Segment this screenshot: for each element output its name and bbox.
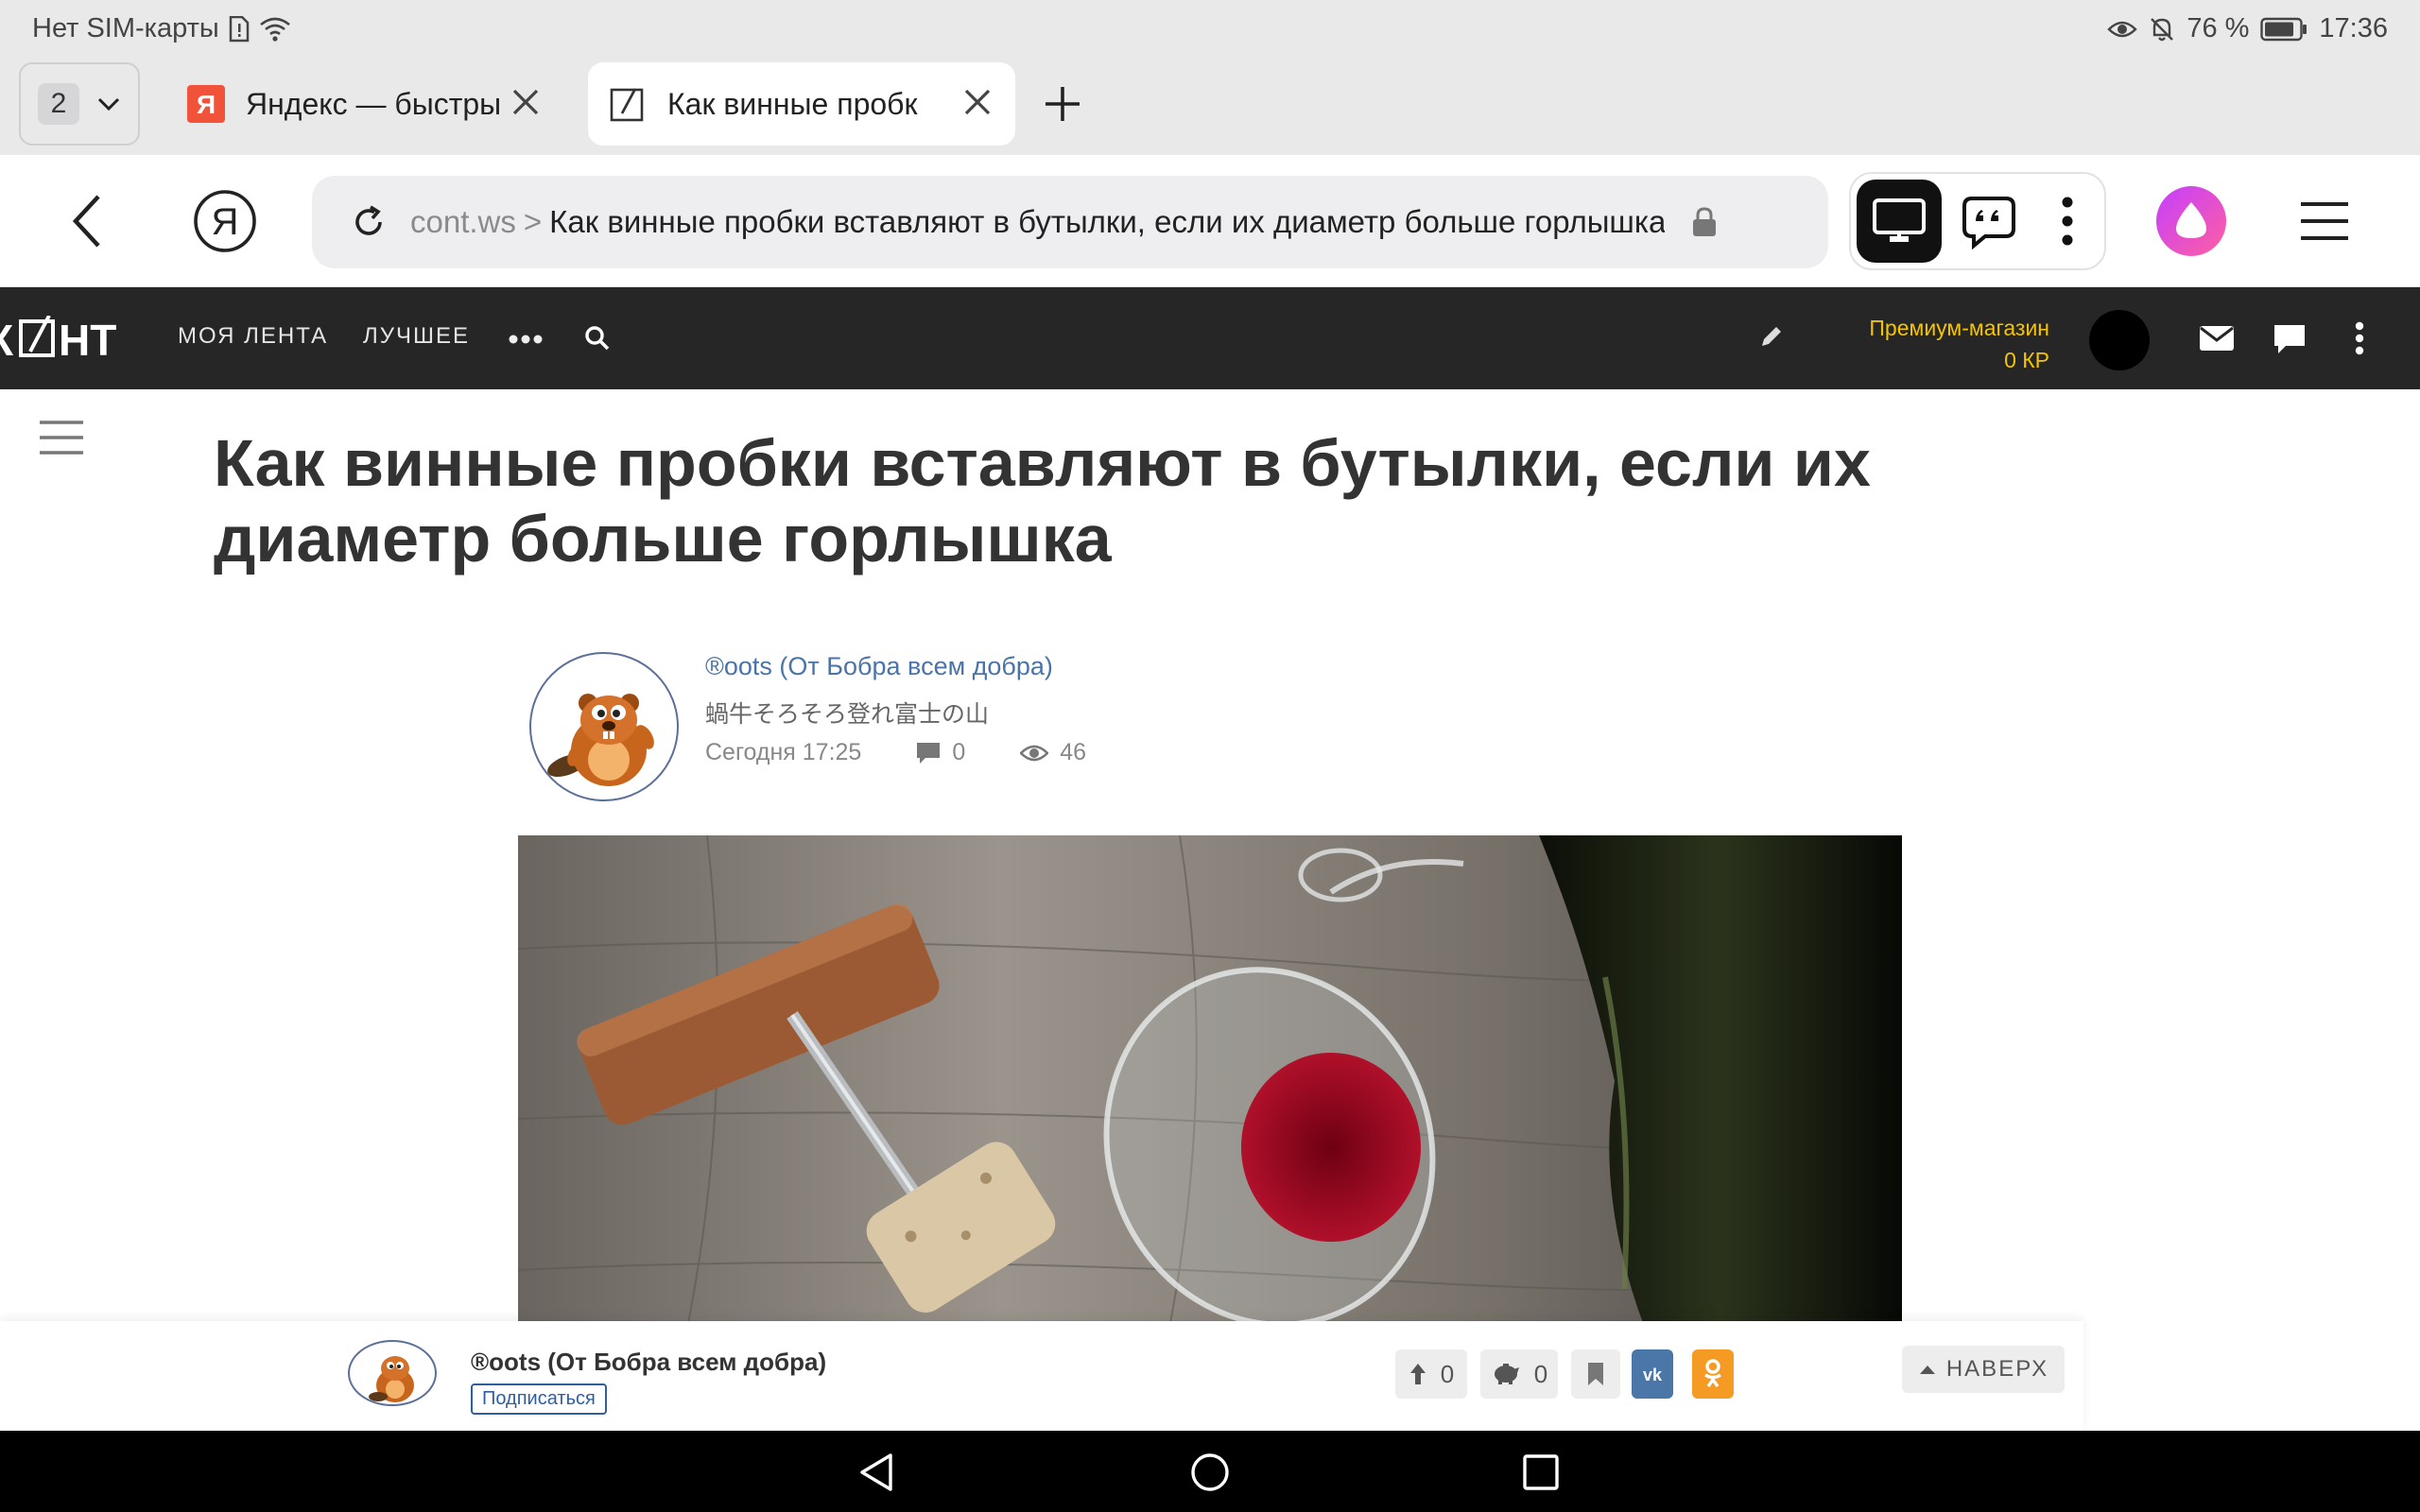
site-header: К НТ МОЯ ЛЕНТА ЛУЧШЕЕ Премиум-магазин 0 … xyxy=(0,287,2420,389)
svg-text:vk: vk xyxy=(1643,1366,1663,1384)
nav-best[interactable]: ЛУЧШЕЕ xyxy=(363,323,470,350)
messages-icon[interactable] xyxy=(2273,323,2307,355)
post-meta: Сегодня 17:25 0 46 xyxy=(705,739,1086,766)
nav-my-feed[interactable]: МОЯ ЛЕНТА xyxy=(178,323,328,350)
author-avatar-small[interactable] xyxy=(348,1340,437,1406)
more-options-icon[interactable] xyxy=(2061,195,2074,248)
svg-text:Я: Я xyxy=(212,201,239,243)
back-button[interactable] xyxy=(66,193,108,249)
bookmark-icon xyxy=(1586,1361,1605,1387)
system-navigation-bar xyxy=(0,1431,2420,1512)
premium-balance: 0 КР xyxy=(2004,348,2049,372)
site-more-icon[interactable] xyxy=(2354,321,2365,355)
address-bar[interactable]: cont.ws > Как винные пробки вставляют в … xyxy=(312,176,1828,268)
tab-strip: 2 Я Яндекс — быстрый Как винные пробки xyxy=(0,59,2420,155)
comments-count[interactable]: 0 xyxy=(952,739,965,766)
yandex-home-icon[interactable]: Я xyxy=(193,189,257,253)
article-title: Как винные пробки вставляют в бутылки, е… xyxy=(214,426,1871,576)
notifications-off-icon xyxy=(2149,16,2175,43)
site-logo[interactable]: К НТ xyxy=(0,316,138,363)
back-to-top-button[interactable]: НАВЕРХ xyxy=(1902,1346,2065,1393)
url-separator: > xyxy=(523,204,543,239)
tab-yandex[interactable]: Я Яндекс — быстрый xyxy=(166,62,563,146)
lock-icon[interactable] xyxy=(1691,206,1718,238)
back-to-top-label: НАВЕРХ xyxy=(1945,1356,2049,1382)
search-icon[interactable] xyxy=(584,325,611,352)
article-hero-image xyxy=(518,835,1902,1323)
status-bar: Нет SIM-карты 76 % 17:36 xyxy=(0,0,2420,59)
tab-count: 2 xyxy=(38,83,79,125)
close-tab-icon[interactable] xyxy=(960,85,994,119)
chevron-down-icon xyxy=(96,96,121,112)
close-tab-icon[interactable] xyxy=(509,85,543,119)
premium-shop-label: Премиум-магазин xyxy=(1869,316,2049,340)
piggy-bank-icon xyxy=(1491,1362,1521,1386)
share-ok-button[interactable] xyxy=(1692,1349,1734,1399)
tab-active-article[interactable]: Как винные пробки xyxy=(588,62,1015,146)
desktop-mode-icon[interactable] xyxy=(1857,180,1942,263)
side-menu-icon[interactable] xyxy=(40,420,83,455)
page-mode-group xyxy=(1849,172,2106,270)
vk-icon: vk xyxy=(1637,1364,1668,1384)
user-avatar[interactable] xyxy=(2089,310,2150,370)
caret-up-icon xyxy=(1918,1363,1937,1376)
arrow-up-icon xyxy=(1409,1362,1427,1386)
alice-assistant-icon[interactable] xyxy=(2155,185,2227,257)
author-motto: 蝸牛そろそろ登れ富士の山 xyxy=(705,701,990,728)
browser-menu-icon[interactable] xyxy=(2299,200,2350,242)
mail-icon[interactable] xyxy=(2199,325,2235,352)
odnoklassniki-icon xyxy=(1702,1359,1724,1389)
quote-summary-icon[interactable] xyxy=(1961,193,2017,249)
wifi-icon xyxy=(259,16,291,43)
views-icon xyxy=(1020,743,1049,764)
tab-title: Яндекс — быстрый xyxy=(246,86,501,121)
nav-back-icon[interactable] xyxy=(856,1452,898,1493)
carrier-label: Нет SIM-карты xyxy=(32,13,219,43)
eye-icon xyxy=(2107,18,2138,41)
yandex-favicon-icon: Я xyxy=(187,85,225,123)
author-avatar[interactable] xyxy=(529,652,679,801)
reload-icon[interactable] xyxy=(350,203,388,241)
views-count: 46 xyxy=(1060,739,1087,765)
author-name-link[interactable]: ®oots (От Бобра всем добра) xyxy=(705,652,1053,681)
sim-icon xyxy=(229,15,250,43)
url-host: cont.ws xyxy=(410,204,516,239)
comments-icon[interactable] xyxy=(916,742,941,765)
url-page-title: Как винные пробки вставляют в бутылки, е… xyxy=(549,204,1666,239)
page-favicon-icon xyxy=(609,85,647,123)
browser-toolbar: Я cont.ws > Как винные пробки вставляют … xyxy=(0,155,2420,287)
tab-counter-button[interactable]: 2 xyxy=(19,62,140,146)
subscribe-button[interactable]: Подписаться xyxy=(471,1383,607,1415)
upvote-count: 0 xyxy=(1440,1359,1455,1388)
post-date: Сегодня 17:25 xyxy=(705,739,862,765)
premium-shop-link[interactable]: Премиум-магазин 0 КР xyxy=(1869,312,2049,376)
share-vk-button[interactable]: vk xyxy=(1632,1349,1673,1399)
tab-title: Как винные пробки xyxy=(667,86,919,121)
more-dots-icon[interactable] xyxy=(509,335,543,344)
new-tab-button[interactable] xyxy=(1040,81,1085,127)
battery-icon xyxy=(2260,17,2308,42)
sticky-author-name[interactable]: ®oots (От Бобра всем добра) xyxy=(471,1348,826,1377)
battery-percent: 76 % xyxy=(2187,13,2250,43)
svg-text:К: К xyxy=(0,316,14,363)
upvote-button[interactable]: 0 xyxy=(1395,1349,1467,1399)
donate-button[interactable]: 0 xyxy=(1480,1349,1558,1399)
clock: 17:36 xyxy=(2319,13,2388,43)
bookmark-button[interactable] xyxy=(1571,1349,1620,1399)
donate-count: 0 xyxy=(1533,1359,1548,1388)
sticky-author-bar: ®oots (От Бобра всем добра) Подписаться … xyxy=(0,1321,2083,1431)
svg-text:НТ: НТ xyxy=(59,316,116,363)
svg-text:Я: Я xyxy=(197,90,216,119)
nav-home-icon[interactable] xyxy=(1189,1452,1231,1493)
write-post-icon[interactable] xyxy=(1758,323,1785,350)
nav-recents-icon[interactable] xyxy=(1522,1453,1560,1491)
